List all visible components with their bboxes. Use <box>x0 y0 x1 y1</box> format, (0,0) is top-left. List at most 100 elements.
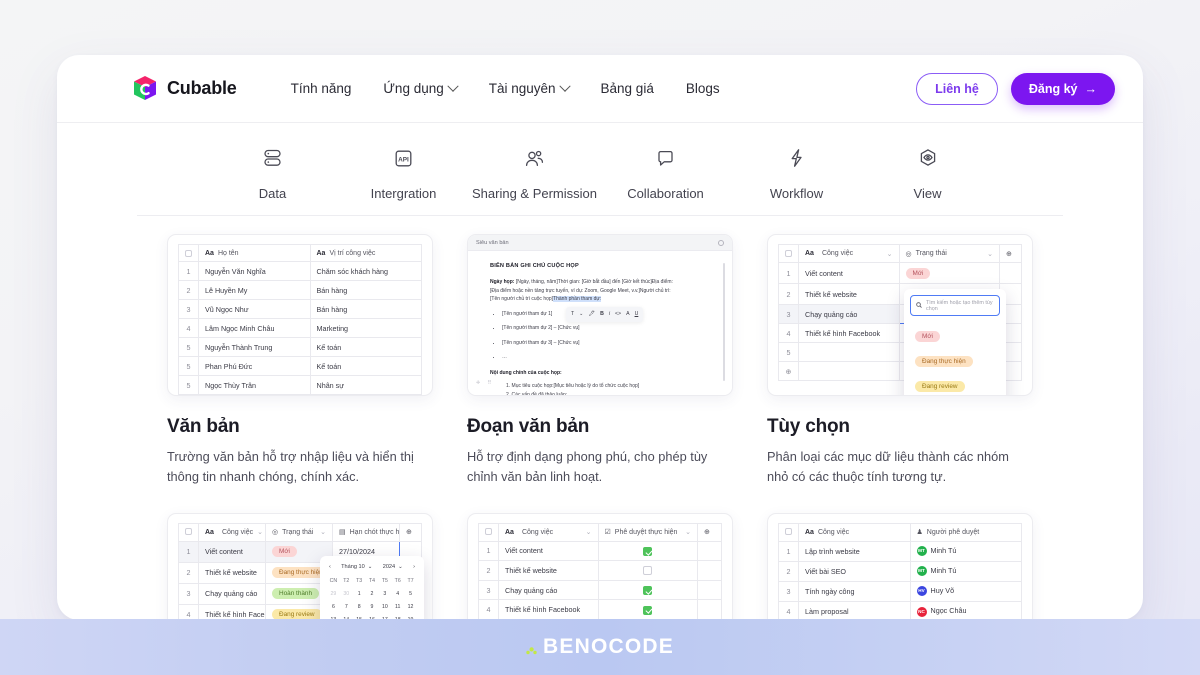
tab-intergration[interactable]: API Intergration <box>338 147 469 201</box>
calendar-day[interactable]: 4 <box>391 588 404 599</box>
dropdown-option-dang-thuc-hien[interactable]: Đang thực hiện <box>910 346 1000 371</box>
scrollbar[interactable] <box>723 263 725 381</box>
calendar-day[interactable]: 2 <box>366 588 379 599</box>
chevron-down-icon[interactable]: ⌄ <box>579 310 583 319</box>
cell-approval[interactable] <box>597 579 698 601</box>
column-header-trangthai[interactable]: ◎ Trạng thái ⌄ <box>898 244 1000 263</box>
table-row[interactable]: 3 Chạy quảng cáo <box>478 579 722 601</box>
cell-person[interactable]: HV Huy Võ <box>909 580 1022 602</box>
cell-position[interactable]: Marketing <box>309 318 422 339</box>
nav-link-tinh-nang[interactable]: Tính năng <box>291 81 352 96</box>
drag-handle-icon[interactable]: ✛ ⠿ <box>476 379 494 388</box>
signup-button[interactable]: Đăng ký → <box>1010 72 1115 105</box>
cell-person[interactable]: MT Minh Tú <box>909 560 1022 582</box>
table-row[interactable]: 3 Vũ Ngọc Như Bán hàng <box>178 299 422 320</box>
dropdown-search-field[interactable]: Tìm kiếm hoặc tạo thêm tùy chọn <box>910 295 1000 316</box>
cell-task[interactable]: Thiết kế hình Facebook <box>498 599 599 620</box>
nav-link-ung-dung[interactable]: Ứng dụng <box>383 80 459 96</box>
cell-position[interactable]: Kế toán <box>309 337 422 358</box>
calendar-day[interactable]: 1 <box>353 588 366 599</box>
table-row[interactable]: 4 Làm proposal NC Ngọc Châu <box>778 600 1022 620</box>
cell-status[interactable]: Mới <box>898 262 1000 284</box>
checkbox-icon[interactable] <box>785 249 792 257</box>
checkbox-icon[interactable] <box>185 528 192 536</box>
cell-task[interactable]: Chạy quảng cáo <box>498 579 599 601</box>
cell-position[interactable]: Kế toán <box>309 356 422 377</box>
cell-position[interactable]: Chăm sóc khách hàng <box>309 261 422 282</box>
tab-view[interactable]: View <box>862 147 993 201</box>
dropdown-option-dang-review[interactable]: Đang review <box>910 371 1000 395</box>
cell-name[interactable]: Ngọc Thùy Trân <box>198 375 311 395</box>
chevron-down-icon[interactable]: ⌄ <box>685 528 691 536</box>
brand-logo[interactable]: Cubable <box>132 75 237 102</box>
nav-link-tai-nguyen[interactable]: Tài nguyên <box>489 80 571 96</box>
format-underline-icon[interactable]: U <box>635 310 639 319</box>
cell-position[interactable]: Nhân sự <box>309 375 422 395</box>
cell-person[interactable]: NC Ngọc Châu <box>909 600 1022 620</box>
add-row-button[interactable]: ⊕ <box>778 361 799 381</box>
cell-task[interactable]: Thiết kế hình Facebook <box>798 323 900 343</box>
checkbox-unchecked-icon[interactable] <box>643 566 653 576</box>
table-row[interactable]: 5 Phan Phú Đức Kế toán <box>178 356 422 377</box>
cell-task[interactable]: Thiết kế hình Facebook <box>198 603 266 620</box>
month-selector[interactable]: Tháng 10 ⌄ <box>341 564 372 570</box>
checkbox-icon[interactable] <box>485 528 492 536</box>
table-row[interactable]: 2 Lê Huyền My Bán hàng <box>178 280 422 301</box>
select-all-checkbox-cell[interactable] <box>178 243 199 263</box>
cell-task[interactable]: Tính ngày công <box>798 580 911 602</box>
table-row[interactable]: 1 Viết content <box>478 540 722 562</box>
cell-approval[interactable] <box>597 599 698 620</box>
checkbox-icon[interactable] <box>785 528 792 536</box>
add-column-button[interactable]: ⊕ <box>999 244 1022 263</box>
calendar-day[interactable]: 5 <box>404 588 417 599</box>
chevron-down-icon[interactable]: ⌄ <box>586 528 592 536</box>
cell-name[interactable]: Nguyễn Thành Trung <box>198 337 311 358</box>
column-header-congviec[interactable]: Aa Công việc ⌄ <box>798 244 900 263</box>
cell-position[interactable]: Bán hàng <box>309 280 422 301</box>
cell-task[interactable]: Thiết kế website <box>498 560 599 581</box>
format-bold-icon[interactable]: B <box>600 310 604 319</box>
cell-task[interactable]: Thiết kế website <box>198 561 266 584</box>
tab-sharing-permission[interactable]: Sharing & Permission <box>469 147 600 201</box>
prev-month-button[interactable]: ‹ <box>329 564 331 570</box>
contact-button[interactable]: Liên hệ <box>916 72 998 105</box>
date-picker-calendar[interactable]: ‹ Tháng 10 ⌄ 2024 ⌄ › CN T2 T3 T4 T5 T6 T7… <box>320 555 424 620</box>
document-body[interactable]: BIÊN BẢN GHI CHÚ CUỘC HỌP Ngày họp: [Ngà… <box>468 251 732 395</box>
add-column-button[interactable]: ⊕ <box>697 522 722 542</box>
cell-name[interactable]: Nguyễn Văn Nghĩa <box>198 261 311 282</box>
column-header-congviec[interactable]: Aa Công việc ⌄ <box>498 522 599 542</box>
checkbox-checked-icon[interactable] <box>643 585 653 595</box>
format-code-icon[interactable]: <> <box>615 310 621 319</box>
select-all-checkbox-cell[interactable] <box>778 244 799 263</box>
calendar-day[interactable]: 3 <box>378 588 391 599</box>
table-row[interactable]: 2 Thiết kế website <box>478 560 722 581</box>
calendar-day[interactable]: 30 <box>340 588 353 599</box>
column-header-hoten[interactable]: Aa Họ tên <box>198 243 311 263</box>
nav-link-blogs[interactable]: Blogs <box>686 81 720 96</box>
column-header-nguoipheduyet[interactable]: ♟ Người phê duyệt <box>909 522 1022 542</box>
table-row[interactable]: 4 Lâm Ngọc Minh Châu Marketing <box>178 318 422 339</box>
calendar-day[interactable]: 11 <box>391 601 404 612</box>
select-all-checkbox-cell[interactable] <box>778 522 799 542</box>
cell-task[interactable] <box>798 342 900 362</box>
checkbox-icon[interactable] <box>185 249 192 257</box>
cell-task[interactable]: Viết content <box>798 262 900 284</box>
calendar-day[interactable]: 8 <box>353 601 366 612</box>
table-row[interactable]: 1 Nguyễn Văn Nghĩa Chăm sóc khách hàng <box>178 261 422 282</box>
column-header-vitri[interactable]: Aa Vị trí công việc <box>309 243 422 263</box>
calendar-day[interactable]: 9 <box>366 601 379 612</box>
calendar-day[interactable]: 7 <box>340 601 353 612</box>
cell-task[interactable]: Chạy quảng cáo <box>198 582 266 605</box>
cell-task[interactable]: Viết bài SEO <box>798 560 911 582</box>
year-selector[interactable]: 2024 ⌄ <box>383 564 403 570</box>
column-header-trangthai[interactable]: ◎ Trạng thái ⌄ <box>265 522 333 542</box>
cell-position[interactable]: Bán hàng <box>309 299 422 320</box>
tab-workflow[interactable]: Workflow <box>731 147 862 201</box>
cell-person[interactable]: MT Minh Tú <box>909 540 1022 562</box>
chevron-down-icon[interactable]: ⌄ <box>320 528 326 536</box>
table-row[interactable]: 1 Lập trình website MT Minh Tú <box>778 540 1022 562</box>
cell-task[interactable]: Chạy quảng cáo <box>798 304 900 324</box>
chevron-down-icon[interactable]: ⌄ <box>887 250 893 258</box>
cell-task[interactable]: Viết content <box>198 540 266 563</box>
table-row[interactable]: 2 Viết bài SEO MT Minh Tú <box>778 560 1022 582</box>
